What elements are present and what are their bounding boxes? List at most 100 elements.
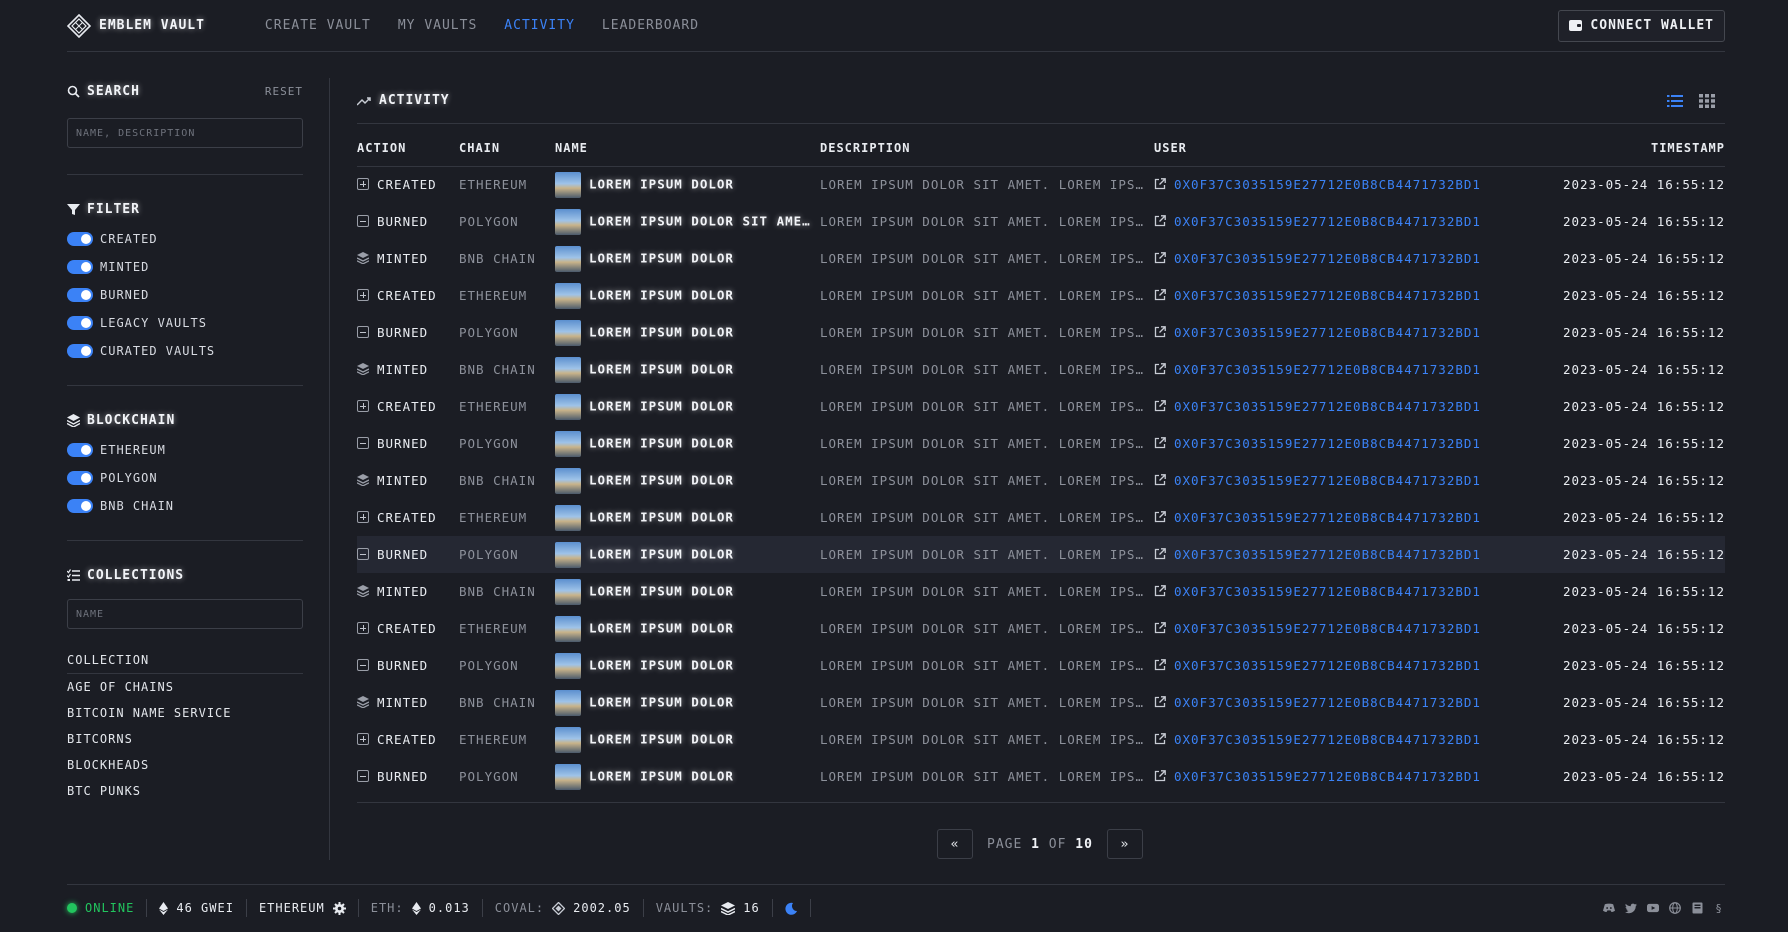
cell-name[interactable]: Lorem ipsum dolor [555,758,820,795]
cell-name[interactable]: Lorem ipsum dolor [555,499,820,536]
vault-thumbnail[interactable] [555,430,581,457]
nav-leaderboard[interactable]: Leaderboard [602,18,699,33]
cell-name[interactable]: Lorem ipsum dolor [555,610,820,647]
collection-search-input[interactable] [67,599,303,629]
vault-thumbnail[interactable] [555,393,581,420]
toggle-switch[interactable] [67,232,93,246]
table-row[interactable]: Minted BNB Chain Lorem ipsum dolor Lorem ip… [357,351,1725,388]
cell-user[interactable]: 0x0F37C3035159E27712E0B8CB4471732BD1 [1154,647,1525,684]
col-description[interactable]: Description [820,124,1154,167]
cell-user[interactable]: 0x0F37C3035159E27712E0B8CB4471732BD1 [1154,721,1525,758]
external-link-icon[interactable] [1154,363,1166,375]
vault-thumbnail[interactable] [555,208,581,235]
cell-user[interactable]: 0x0F37C3035159E27712E0B8CB4471732BD1 [1154,610,1525,647]
user-address-link[interactable]: 0x0F37C3035159E27712E0B8CB4471732BD1 [1174,584,1481,599]
vault-thumbnail[interactable] [555,282,581,309]
vault-thumbnail[interactable] [555,763,581,790]
col-name[interactable]: Name [555,124,820,167]
table-row[interactable]: Burned Polygon Lorem ipsum dolor Lorem ipsu… [357,536,1725,573]
cell-user[interactable]: 0x0F37C3035159E27712E0B8CB4471732BD1 [1154,388,1525,425]
external-link-icon[interactable] [1154,400,1166,412]
table-row[interactable]: Created Ethereum Lorem ipsum dolor Lorem ip… [357,166,1725,203]
table-row[interactable]: Minted BNB Chain Lorem ipsum dolor Lorem ip… [357,573,1725,610]
prev-page-button[interactable]: « [937,829,973,859]
table-row[interactable]: Created Ethereum Lorem ipsum dolor Lorem ip… [357,277,1725,314]
cell-user[interactable]: 0x0F37C3035159E27712E0B8CB4471732BD1 [1154,240,1525,277]
table-row[interactable]: Burned Polygon Lorem ipsum dolor Lorem ipsu… [357,758,1725,795]
col-user[interactable]: User [1154,124,1525,167]
cell-user[interactable]: 0x0F37C3035159E27712E0B8CB4471732BD1 [1154,536,1525,573]
toggle-switch[interactable] [67,344,93,358]
cell-name[interactable]: Lorem ipsum dolor [555,573,820,610]
user-address-link[interactable]: 0x0F37C3035159E27712E0B8CB4471732BD1 [1174,510,1481,525]
vault-thumbnail[interactable] [555,615,581,642]
external-link-icon[interactable] [1154,622,1166,634]
connect-wallet-button[interactable]: Connect Wallet [1558,9,1725,42]
vault-thumbnail[interactable] [555,689,581,716]
vault-thumbnail[interactable] [555,726,581,753]
youtube-icon[interactable] [1647,902,1659,914]
cell-name[interactable]: Lorem ipsum dolor [555,277,820,314]
table-row[interactable]: Minted BNB Chain Lorem ipsum dolor Lorem ip… [357,684,1725,721]
cell-name[interactable]: Lorem ipsum dolor [555,388,820,425]
cell-user[interactable]: 0x0F37C3035159E27712E0B8CB4471732BD1 [1154,684,1525,721]
collection-item[interactable]: BTC Punks [67,778,303,804]
filter-burned[interactable]: Burned [67,281,303,309]
vault-thumbnail[interactable] [555,245,581,272]
table-row[interactable]: Burned Polygon Lorem ipsum dolor Lorem ipsu… [357,647,1725,684]
table-row[interactable]: Burned Polygon Lorem ipsum dolor Lorem ipsu… [357,314,1725,351]
moon-icon[interactable] [785,902,798,915]
cell-user[interactable]: 0x0F37C3035159E27712E0B8CB4471732BD1 [1154,277,1525,314]
cell-name[interactable]: Lorem ipsum dolor [555,462,820,499]
gear-icon[interactable] [332,901,346,915]
external-link-icon[interactable] [1154,511,1166,523]
filter-curated-vaults[interactable]: Curated Vaults [67,337,303,365]
section-icon[interactable]: § [1713,902,1725,915]
user-address-link[interactable]: 0x0F37C3035159E27712E0B8CB4471732BD1 [1174,658,1481,673]
collection-item[interactable]: Bitcoin Name Service [67,700,303,726]
book-icon[interactable] [1691,902,1703,914]
table-row[interactable]: Minted BNB Chain Lorem ipsum dolor Lorem ip… [357,240,1725,277]
grid-view-icon[interactable] [1699,93,1715,108]
table-row[interactable]: Burned Polygon Lorem ipsum dolor Lorem ipsu… [357,425,1725,462]
collection-item[interactable]: Bitcorns [67,726,303,752]
external-link-icon[interactable] [1154,659,1166,671]
cell-user[interactable]: 0x0F37C3035159E27712E0B8CB4471732BD1 [1154,573,1525,610]
user-address-link[interactable]: 0x0F37C3035159E27712E0B8CB4471732BD1 [1174,695,1481,710]
chain-polygon[interactable]: Polygon [67,464,303,492]
nav-create-vault[interactable]: Create Vault [265,18,371,33]
col-chain[interactable]: Chain [459,124,555,167]
vault-thumbnail[interactable] [555,504,581,531]
external-link-icon[interactable] [1154,289,1166,301]
external-link-icon[interactable] [1154,437,1166,449]
user-address-link[interactable]: 0x0F37C3035159E27712E0B8CB4471732BD1 [1174,436,1481,451]
external-link-icon[interactable] [1154,326,1166,338]
search-input[interactable] [67,118,303,148]
user-address-link[interactable]: 0x0F37C3035159E27712E0B8CB4471732BD1 [1174,399,1481,414]
filter-legacy-vaults[interactable]: Legacy Vaults [67,309,303,337]
user-address-link[interactable]: 0x0F37C3035159E27712E0B8CB4471732BD1 [1174,473,1481,488]
list-view-icon[interactable] [1667,94,1683,108]
chain-bnb[interactable]: BNB Chain [67,492,303,520]
external-link-icon[interactable] [1154,178,1166,190]
user-address-link[interactable]: 0x0F37C3035159E27712E0B8CB4471732BD1 [1174,732,1481,747]
toggle-switch[interactable] [67,288,93,302]
vault-thumbnail[interactable] [555,356,581,383]
cell-name[interactable]: Lorem ipsum dolor [555,536,820,573]
cell-name[interactable]: Lorem ipsum dolor [555,684,820,721]
toggle-switch[interactable] [67,316,93,330]
collection-item[interactable]: Age of Chains [67,674,303,700]
toggle-switch[interactable] [67,499,93,513]
external-link-icon[interactable] [1154,585,1166,597]
external-link-icon[interactable] [1154,252,1166,264]
cell-user[interactable]: 0x0F37C3035159E27712E0B8CB4471732BD1 [1154,758,1525,795]
vault-thumbnail[interactable] [555,467,581,494]
chain-ethereum[interactable]: Ethereum [67,436,303,464]
reset-button[interactable]: Reset [265,85,303,98]
table-row[interactable]: Minted BNB Chain Lorem ipsum dolor Lorem ip… [357,462,1725,499]
external-link-icon[interactable] [1154,733,1166,745]
discord-icon[interactable] [1603,902,1615,914]
vault-thumbnail[interactable] [555,578,581,605]
collection-item[interactable]: Blockheads [67,752,303,778]
globe-icon[interactable] [1669,902,1681,914]
